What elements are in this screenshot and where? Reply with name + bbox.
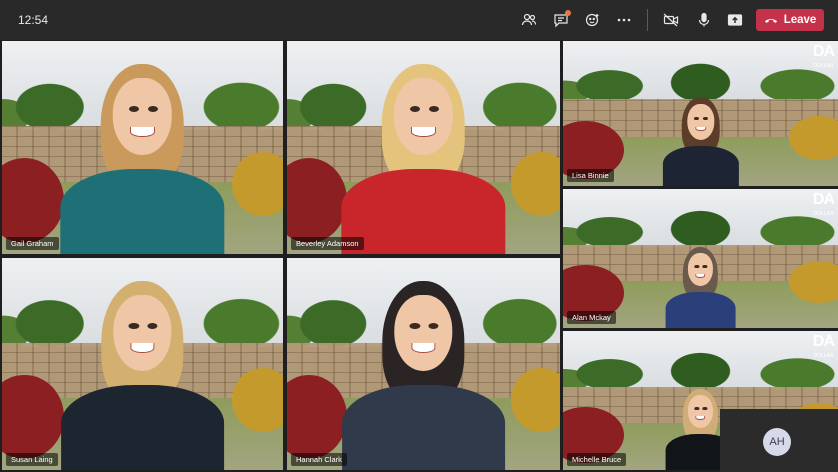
participant-name: Susan Laing (6, 453, 58, 466)
participant-name: Gail Graham (6, 237, 59, 250)
share-screen-icon[interactable] (723, 9, 747, 31)
participant-figure (57, 269, 228, 470)
reactions-icon[interactable] (581, 9, 605, 31)
participant-video-tile[interactable]: Lisa Binnie DA DOLLAR (563, 41, 838, 186)
participant-figure (660, 92, 740, 186)
brand-logo: DA DOLLAR (812, 43, 835, 74)
brand-logo-text: DA (812, 191, 835, 208)
participant-figure (57, 52, 229, 254)
participant-eye (128, 106, 140, 113)
leave-label: Leave (783, 14, 817, 26)
participant-smile (411, 343, 436, 354)
more-icon[interactable] (612, 9, 636, 31)
participant-eye (702, 407, 708, 410)
leave-button[interactable]: Leave (756, 9, 824, 31)
participant-smile (130, 343, 155, 354)
chat-icon[interactable] (549, 9, 573, 31)
participant-name: Alan Mckay (567, 311, 616, 324)
background-shrub (232, 151, 283, 216)
participant-figure (338, 269, 509, 470)
participant-face (113, 77, 172, 155)
meeting-toolbar: 12:54 Leave (0, 0, 838, 40)
participant-body (341, 169, 506, 254)
phone-hangup-icon (764, 19, 777, 23)
participant-body (60, 169, 225, 254)
participant-name: Michelle Bruce (567, 453, 627, 466)
participant-body (61, 385, 224, 470)
participant-body (665, 291, 736, 328)
avatar: AH (763, 428, 791, 456)
participant-video-tile[interactable]: Gail Graham (2, 41, 283, 254)
camera-off-icon[interactable] (659, 9, 683, 31)
participant-face (394, 77, 453, 155)
participant-face (686, 104, 715, 140)
participant-face (688, 395, 713, 428)
background-shrub (232, 368, 283, 432)
participant-name: Lisa Binnie (567, 169, 614, 182)
brand-logo: DA DOLLAR (812, 191, 835, 222)
participant-name: Hannah Clark (291, 453, 347, 466)
participant-body (342, 385, 505, 470)
brand-sub-text: DOLLAR (813, 63, 834, 69)
participant-video-tile[interactable]: Alan Mckay DA DOLLAR (563, 189, 838, 328)
participant-face (394, 294, 453, 372)
participant-face (688, 253, 713, 286)
participant-eye (694, 407, 700, 410)
brand-logo-text: DA (812, 333, 835, 350)
participant-video-tile[interactable]: Susan Laing (2, 258, 283, 470)
participants-icon[interactable] (517, 9, 541, 31)
toolbar-divider (647, 9, 648, 31)
participant-smile (694, 126, 707, 132)
participant-video-tile[interactable]: Hannah Clark (287, 258, 560, 470)
microphone-icon[interactable] (692, 9, 716, 31)
brand-logo: DA DOLLAR (812, 333, 835, 364)
participant-eye (428, 106, 439, 113)
participant-eye (409, 106, 421, 113)
participant-figure (338, 52, 510, 254)
participant-face (113, 294, 172, 372)
participant-eye (702, 265, 708, 268)
participant-name: Beverley Adamson (291, 237, 364, 250)
participant-video-tile[interactable]: Beverley Adamson (287, 41, 560, 254)
participant-figure (664, 242, 737, 328)
brand-sub-text: DOLLAR (813, 211, 834, 217)
participant-body (662, 146, 739, 186)
self-video-tile[interactable]: AH (720, 409, 838, 472)
participant-eye (694, 265, 700, 268)
brand-logo-text: DA (812, 43, 835, 60)
brand-sub-text: DOLLAR (813, 353, 834, 359)
participant-eye (147, 106, 158, 113)
notification-dot (565, 10, 571, 16)
meeting-clock: 12:54 (18, 13, 49, 27)
